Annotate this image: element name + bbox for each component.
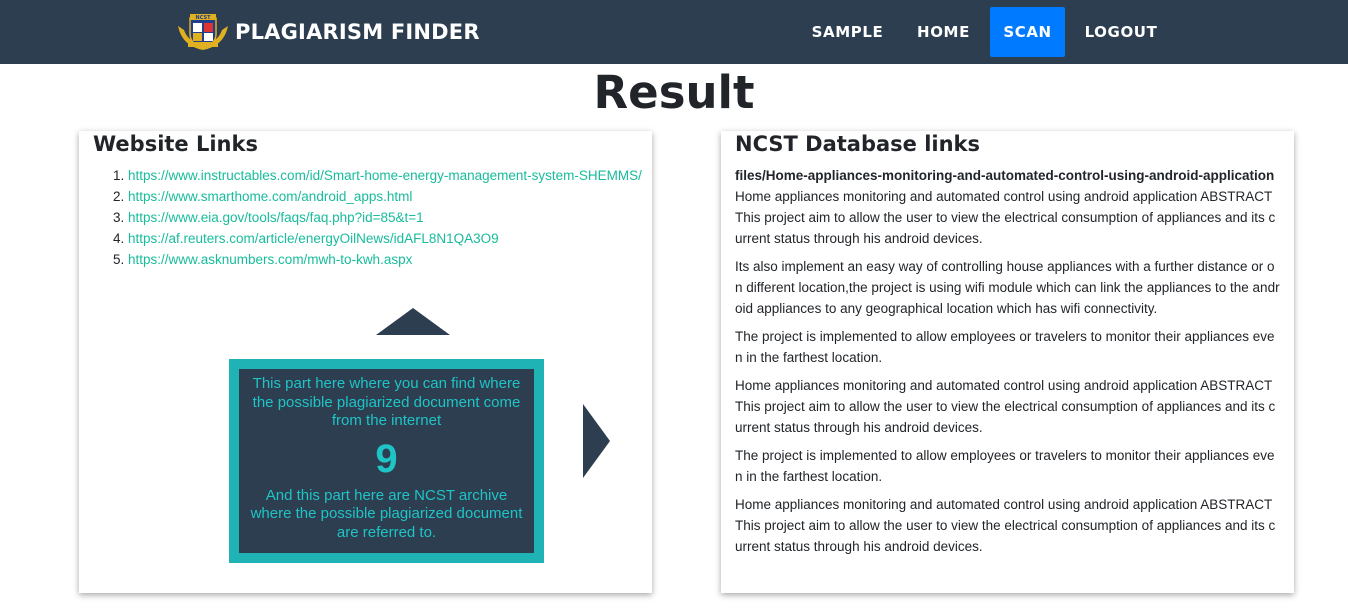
database-paragraph: The project is implemented to allow empl… (735, 448, 1275, 484)
database-paragraph: Its also implement an easy way of contro… (735, 259, 1280, 316)
database-paragraph: Home appliances monitoring and automated… (735, 189, 1276, 246)
website-link[interactable]: https://www.instructables.com/id/Smart-h… (128, 168, 642, 183)
navbar: NCST PLAGIARISM FINDER SAMPLE HOME SCAN … (0, 0, 1348, 64)
website-link[interactable]: https://af.reuters.com/article/energyOil… (128, 231, 499, 246)
list-item: https://www.eia.gov/tools/faqs/faq.php?i… (128, 207, 652, 228)
info-bottom-text: And this part here are NCST archive wher… (250, 486, 523, 541)
website-link[interactable]: https://www.eia.gov/tools/faqs/faq.php?i… (128, 210, 424, 225)
nav-home[interactable]: HOME (905, 7, 982, 57)
brand[interactable]: NCST PLAGIARISM FINDER (176, 12, 480, 52)
nav-scan[interactable]: SCAN (990, 7, 1065, 57)
arrow-right-icon (583, 404, 610, 478)
website-links-card: Website Links https://www.instructables.… (79, 131, 652, 593)
info-top-text: This part here where you can find where … (252, 375, 521, 429)
brand-title[interactable]: PLAGIARISM FINDER (235, 20, 480, 44)
database-paragraph: Home appliances monitoring and automated… (735, 497, 1276, 554)
list-item: https://www.instructables.com/id/Smart-h… (128, 165, 652, 186)
ncst-database-card: NCST Database links files/Home-appliance… (721, 131, 1294, 593)
arrow-up-icon (376, 308, 450, 335)
database-paragraph: The project is implemented to allow empl… (735, 329, 1275, 365)
website-link[interactable]: https://www.asknumbers.com/mwh-to-kwh.as… (128, 252, 412, 267)
info-number: 9 (375, 436, 398, 481)
ncst-database-content: files/Home-appliances-monitoring-and-aut… (735, 165, 1280, 564)
svg-text:NCST: NCST (196, 15, 212, 21)
ncst-database-heading: NCST Database links (735, 132, 981, 156)
nav-sample[interactable]: SAMPLE (801, 7, 894, 57)
website-links-list: https://www.instructables.com/id/Smart-h… (92, 165, 652, 270)
website-links-heading: Website Links (93, 132, 258, 156)
nav-logout[interactable]: LOGOUT (1075, 7, 1167, 57)
list-item: https://af.reuters.com/article/energyOil… (128, 228, 652, 249)
website-link[interactable]: https://www.smarthome.com/android_apps.h… (128, 189, 412, 204)
list-item: https://www.smarthome.com/android_apps.h… (128, 186, 652, 207)
database-file-link[interactable]: files/Home-appliances-monitoring-and-aut… (735, 165, 1280, 186)
database-paragraph: Home appliances monitoring and automated… (735, 378, 1276, 435)
info-box: This part here where you can find where … (229, 359, 544, 563)
ncst-logo-icon: NCST (178, 14, 228, 50)
page-title: Result (593, 66, 755, 119)
list-item: https://www.asknumbers.com/mwh-to-kwh.as… (128, 249, 652, 270)
